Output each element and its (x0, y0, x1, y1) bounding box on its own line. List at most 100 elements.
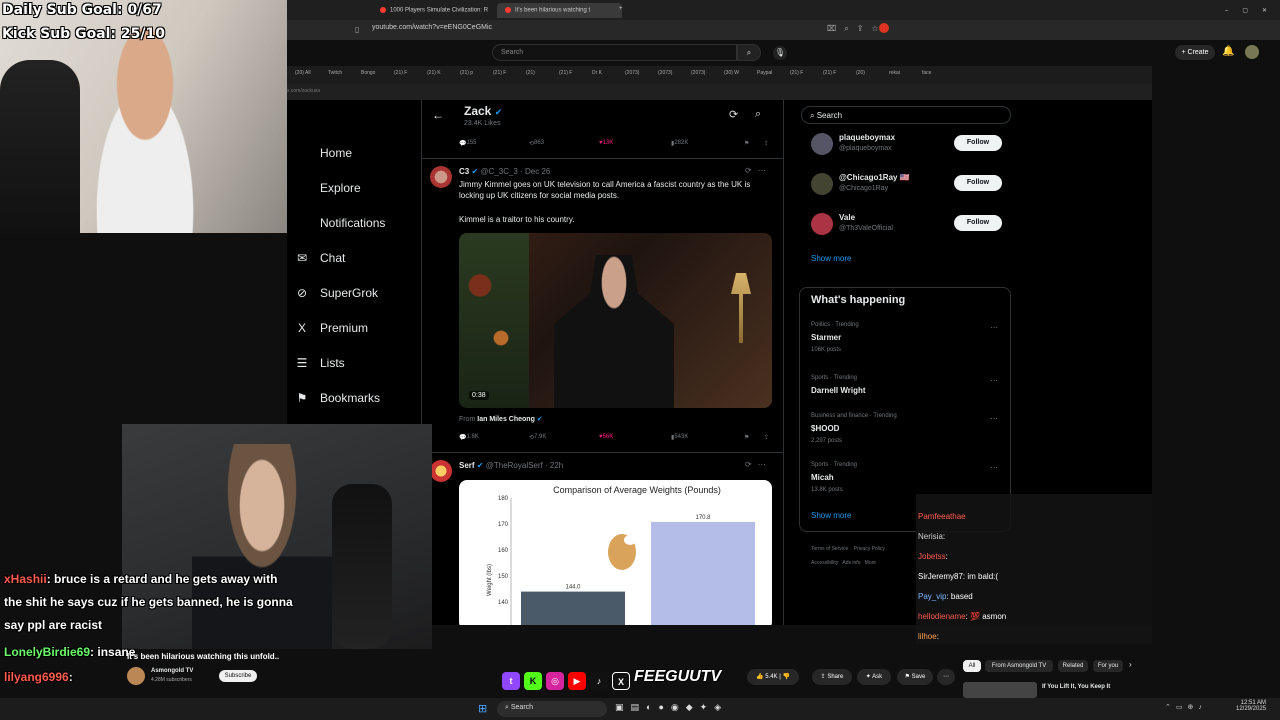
inner-tab[interactable]: (30) W (724, 70, 739, 76)
inner-tab[interactable]: Dr K (592, 70, 602, 76)
trend-name[interactable]: Darnell Wright (811, 386, 866, 395)
inner-tab[interactable]: (21) F (559, 70, 572, 76)
chip-related[interactable]: Related (1058, 660, 1088, 672)
next-video-thumbnail[interactable] (963, 682, 1037, 698)
ask-button[interactable]: ✦ Ask (857, 669, 891, 685)
inner-tab[interactable]: rekai (889, 70, 900, 76)
views-stat[interactable]: ▮ 282K (671, 140, 688, 147)
more-icon[interactable]: ⋯ (937, 669, 955, 685)
inner-tab[interactable]: (21) F (493, 70, 506, 76)
bookmark-icon[interactable]: ⚑ (744, 434, 749, 441)
like-button[interactable]: ♥ 56K (599, 434, 613, 440)
youtube-search-input[interactable]: Search (492, 44, 737, 61)
inner-tab[interactable]: (21) F (394, 70, 407, 76)
search-icon[interactable]: ⌕ (755, 108, 761, 121)
avatar[interactable] (811, 133, 833, 155)
chip-all[interactable]: All (963, 660, 981, 672)
follow-button[interactable]: Follow (954, 135, 1002, 151)
follow-button[interactable]: Follow (954, 215, 1002, 231)
nav-item-home[interactable]: Home (294, 146, 352, 160)
follow-suggestion[interactable]: @Chicago1Ray 🇺🇸 @Chicago1Ray Follow (811, 173, 1011, 203)
bookmark-icon[interactable]: ▯ (355, 25, 359, 34)
more-icon[interactable]: ⋯ (990, 323, 998, 332)
footer-link[interactable]: Accessibility (811, 560, 838, 566)
more-icon[interactable]: ⋯ (990, 463, 998, 472)
new-tab-button[interactable]: + (619, 3, 631, 18)
bell-icon[interactable]: 🔔 (1222, 46, 1234, 57)
create-button[interactable]: + Create (1175, 45, 1215, 60)
like-button[interactable]: 👍 5.4K | 👎 (747, 669, 799, 685)
like-button[interactable]: ♥ 13K (599, 140, 613, 146)
inner-tab[interactable]: (20) (856, 70, 865, 76)
inner-tab[interactable]: (20) All (295, 70, 311, 76)
search-icon[interactable]: ⌕ (737, 44, 761, 61)
microphone-icon[interactable]: 🎙 (773, 46, 787, 60)
address-bar-icons[interactable]: ⌧⌕⇪☆ (827, 24, 887, 34)
share-icon[interactable]: ⇪ (764, 434, 769, 441)
nav-item-bookmarks[interactable]: ⚑ Bookmarks (294, 391, 380, 405)
more-icon[interactable]: ⋯ (990, 414, 998, 423)
browser-tab-2[interactable]: It's been hilarious watching t (497, 3, 622, 18)
tweet-author[interactable]: C3 ✔ @C_3C_3 · Dec 26 (459, 167, 550, 176)
inner-tab[interactable]: (2073) (658, 70, 672, 76)
inner-tab[interactable]: Paypal (757, 70, 772, 76)
taskbar-app-icons[interactable]: ▣▤◐●◉◆✦◈ (615, 702, 728, 713)
channel-avatar[interactable] (127, 667, 145, 685)
trend-name[interactable]: Starmer (811, 333, 841, 342)
footer-link[interactable]: Privacy Policy (854, 546, 885, 552)
more-icon[interactable]: ⟳⋯ (745, 460, 772, 469)
avatar[interactable] (1245, 45, 1259, 59)
share-button[interactable]: ⇪ Share (812, 669, 852, 685)
inner-tab[interactable]: (21) K (427, 70, 441, 76)
footer-link[interactable]: More (865, 560, 876, 566)
show-more-link[interactable]: Show more (811, 511, 851, 520)
avatar[interactable] (811, 173, 833, 195)
inner-tab[interactable]: (21) F (823, 70, 836, 76)
inner-tab[interactable]: (2073) (625, 70, 639, 76)
x-search-input[interactable]: ⌕ Search (801, 106, 1011, 124)
footer-link[interactable]: Ads info (842, 560, 860, 566)
channel-name[interactable]: Asmongold TV (151, 668, 193, 674)
avatar[interactable] (811, 213, 833, 235)
nav-item-notifications[interactable]: Notifications (294, 216, 385, 230)
chip-from-channel[interactable]: From Asmongold TV (985, 660, 1053, 672)
chevron-right-icon[interactable]: › (1129, 660, 1132, 669)
windows-start-icon[interactable]: ⊞ (478, 702, 487, 715)
nav-item-explore[interactable]: Explore (294, 181, 361, 195)
refresh-icon[interactable]: ⟳ (729, 108, 738, 121)
footer-link[interactable]: Terms of Service (811, 546, 848, 552)
nav-item-premium[interactable]: X Premium (294, 321, 368, 335)
avatar[interactable] (430, 460, 452, 482)
trend-name[interactable]: Micah (811, 473, 834, 482)
inner-tab[interactable]: face (922, 70, 931, 76)
inner-tab[interactable]: (21) (526, 70, 535, 76)
window-controls[interactable]: –▢✕ (1217, 3, 1277, 18)
retweet-button[interactable]: ⟲ 863 (529, 140, 544, 147)
trend-name[interactable]: $HOOD (811, 424, 839, 433)
nav-item-chat[interactable]: ✉ Chat (294, 251, 345, 265)
inner-tab[interactable]: Bongo (361, 70, 375, 76)
tweet-chart-image[interactable]: Comparison of Average Weights (Pounds) 18… (459, 480, 772, 625)
inner-tab[interactable]: Twitch (328, 70, 342, 76)
extension-icon[interactable] (879, 23, 889, 33)
tweet-video[interactable]: 0:38 (459, 233, 772, 408)
reply-button[interactable]: 💬 155 (459, 140, 477, 147)
follow-suggestion[interactable]: Vale @Th3ValeOfficial Follow (811, 213, 1011, 243)
show-more-link[interactable]: Show more (811, 254, 851, 263)
url-field[interactable]: youtube.com/watch?v=eENG0CeGMic (372, 24, 872, 36)
subscribe-button[interactable]: Subscribe (219, 670, 257, 682)
next-video-title[interactable]: If You Lift It, You Keep It (1042, 684, 1110, 690)
follow-suggestion[interactable]: plaqueboymax @plaqueboymax Follow (811, 133, 1011, 163)
views-stat[interactable]: ▮ 543K (671, 434, 688, 441)
chip-for-you[interactable]: For you (1093, 660, 1123, 672)
inner-tab[interactable]: (2073) (691, 70, 705, 76)
more-icon[interactable]: ⟳⋯ (745, 166, 772, 175)
video-source[interactable]: From Ian Miles Cheong ✔ (459, 415, 543, 423)
bookmark-icon[interactable]: ⚑ (744, 140, 749, 147)
share-icon[interactable]: ⇪ (764, 140, 769, 147)
system-tray-icons[interactable]: ⌃▭⊕♪ (1165, 703, 1207, 711)
nav-item-supergrok[interactable]: ⊘ SuperGrok (294, 286, 378, 300)
nav-item-lists[interactable]: ☰ Lists (294, 356, 345, 370)
taskbar-search[interactable]: ⌕ Search (497, 701, 607, 717)
back-arrow-icon[interactable]: ← (432, 108, 444, 122)
